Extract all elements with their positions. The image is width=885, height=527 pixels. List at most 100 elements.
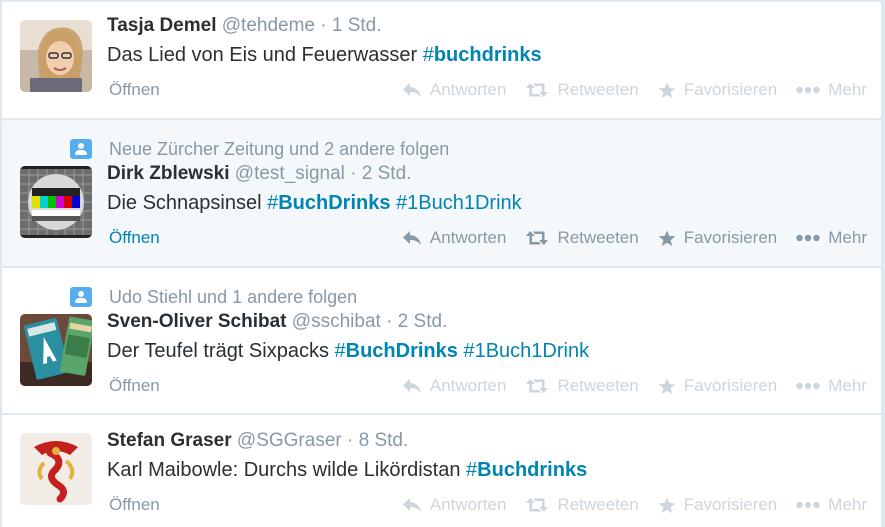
- more-label: Mehr: [828, 376, 867, 395]
- tweet-actions: Antworten Retweeten Favorisieren Mehr: [383, 228, 867, 248]
- reply-button[interactable]: Antworten: [402, 376, 507, 396]
- author-username[interactable]: @tehdeme: [222, 15, 315, 36]
- retweet-button[interactable]: Retweeten: [525, 80, 639, 100]
- retweet-label: Retweeten: [557, 80, 639, 99]
- tweet-footer: Öffnen Antworten Retweeten Favorisieren …: [107, 376, 867, 400]
- tweet-text: Die Schnapsinsel #BuchDrinks #1Buch1Drin…: [107, 192, 522, 215]
- tweet-actions: Antworten Retweeten Favorisieren Mehr: [383, 80, 867, 100]
- reply-label: Antworten: [429, 376, 507, 395]
- more-dots-icon: [796, 234, 820, 242]
- tweet-context[interactable]: Udo Stiehl und 1 andere folgen: [109, 287, 357, 308]
- author-fullname[interactable]: Stefan Graser: [107, 430, 232, 451]
- more-label: Mehr: [828, 80, 867, 99]
- reply-arrow-icon: [402, 83, 421, 97]
- reply-button[interactable]: Antworten: [402, 495, 507, 515]
- more-dots-icon: [796, 501, 820, 509]
- tweet-header: Stefan Graser @SGGraser · 8 Std.: [107, 430, 408, 452]
- author-username[interactable]: @test_signal: [235, 163, 345, 184]
- open-tweet-link[interactable]: Öffnen: [109, 495, 160, 515]
- tweet-footer: Öffnen Antworten Retweeten Favorisieren …: [107, 228, 867, 252]
- avatar[interactable]: [20, 433, 92, 505]
- more-dots-icon: [796, 382, 820, 390]
- tweet-item[interactable]: Stefan Graser @SGGraser · 8 Std. Karl Ma…: [2, 415, 881, 527]
- favorite-button[interactable]: Favorisieren: [658, 80, 778, 100]
- hashtag-link[interactable]: #Buchdrinks: [466, 459, 587, 481]
- tweet-actions: Antworten Retweeten Favorisieren Mehr: [383, 495, 867, 515]
- person-follow-icon: [70, 287, 92, 307]
- more-dots-icon: [796, 86, 820, 94]
- author-fullname[interactable]: Sven-Oliver Schibat: [107, 311, 287, 332]
- tweet-text-body: Karl Maibowle: Durchs wilde Likördistan: [107, 459, 467, 481]
- tweet-header: Sven-Oliver Schibat @sschibat · 2 Std.: [107, 311, 447, 333]
- reply-label: Antworten: [429, 80, 507, 99]
- reply-label: Antworten: [429, 228, 507, 247]
- tweet-timestamp[interactable]: · 2 Std.: [386, 311, 447, 332]
- reply-arrow-icon: [402, 231, 421, 245]
- hashtag-link[interactable]: #BuchDrinks: [267, 192, 390, 214]
- favorite-label: Favorisieren: [683, 495, 778, 514]
- author-username[interactable]: @sschibat: [292, 311, 381, 332]
- tweet-stream: Tasja Demel @tehdeme · 1 Std. Das Lied v…: [0, 0, 885, 527]
- person-follow-icon: [70, 139, 92, 159]
- hashtag-link[interactable]: #BuchDrinks: [335, 340, 458, 362]
- avatar[interactable]: [20, 166, 92, 238]
- favorite-label: Favorisieren: [683, 80, 778, 99]
- tweet-text-body: Die Schnapsinsel: [107, 192, 268, 214]
- tweet-text: Karl Maibowle: Durchs wilde Likördistan …: [107, 459, 587, 482]
- retweet-button[interactable]: Retweeten: [525, 376, 639, 396]
- tweet-header: Tasja Demel @tehdeme · 1 Std.: [107, 15, 382, 37]
- open-tweet-link[interactable]: Öffnen: [109, 228, 160, 248]
- retweet-label: Retweeten: [557, 495, 639, 514]
- author-username[interactable]: @SGGraser: [237, 430, 342, 451]
- more-button[interactable]: Mehr: [796, 80, 867, 100]
- tweet-header: Dirk Zblewski @test_signal · 2 Std.: [107, 163, 411, 185]
- star-icon: [658, 230, 676, 246]
- retweet-icon: [526, 379, 549, 393]
- tweet-item[interactable]: Tasja Demel @tehdeme · 1 Std. Das Lied v…: [2, 2, 881, 118]
- avatar[interactable]: [20, 20, 92, 92]
- favorite-button[interactable]: Favorisieren: [658, 228, 778, 248]
- more-button[interactable]: Mehr: [796, 495, 867, 515]
- tweet-timestamp[interactable]: · 8 Std.: [347, 430, 408, 451]
- author-fullname[interactable]: Tasja Demel: [107, 15, 216, 36]
- open-tweet-link[interactable]: Öffnen: [109, 376, 160, 396]
- tweet-timestamp[interactable]: · 2 Std.: [350, 163, 411, 184]
- tweet-text-body: Das Lied von Eis und Feuerwasser: [107, 44, 423, 66]
- retweet-icon: [526, 231, 549, 245]
- retweet-label: Retweeten: [557, 228, 639, 247]
- reply-arrow-icon: [402, 498, 421, 512]
- tweet-text: Der Teufel trägt Sixpacks #BuchDrinks #1…: [107, 340, 589, 363]
- reply-label: Antworten: [429, 495, 507, 514]
- retweet-icon: [526, 83, 549, 97]
- star-icon: [658, 378, 676, 394]
- tweet-context[interactable]: Neue Zürcher Zeitung und 2 andere folgen: [109, 139, 449, 160]
- hashtag-link[interactable]: #1Buch1Drink: [396, 192, 522, 214]
- tweet-actions: Antworten Retweeten Favorisieren Mehr: [383, 376, 867, 396]
- hashtag-link[interactable]: #1Buch1Drink: [463, 340, 589, 362]
- tweet-footer: Öffnen Antworten Retweeten Favorisieren …: [107, 80, 867, 104]
- more-label: Mehr: [828, 228, 867, 247]
- favorite-button[interactable]: Favorisieren: [658, 495, 778, 515]
- hashtag-link[interactable]: #buchdrinks: [423, 44, 542, 66]
- tweet-timestamp[interactable]: · 1 Std.: [320, 15, 381, 36]
- more-button[interactable]: Mehr: [796, 228, 867, 248]
- tweet-item[interactable]: Neue Zürcher Zeitung und 2 andere folgen: [2, 120, 881, 266]
- reply-button[interactable]: Antworten: [402, 228, 507, 248]
- star-icon: [658, 497, 676, 513]
- retweet-button[interactable]: Retweeten: [525, 495, 639, 515]
- tweet-text-body: Der Teufel trägt Sixpacks: [107, 340, 335, 362]
- open-tweet-link[interactable]: Öffnen: [109, 80, 160, 100]
- reply-button[interactable]: Antworten: [402, 80, 507, 100]
- retweet-button[interactable]: Retweeten: [525, 228, 639, 248]
- avatar[interactable]: [20, 314, 92, 386]
- star-icon: [658, 82, 676, 98]
- more-button[interactable]: Mehr: [796, 376, 867, 396]
- reply-arrow-icon: [402, 379, 421, 393]
- author-fullname[interactable]: Dirk Zblewski: [107, 163, 230, 184]
- favorite-label: Favorisieren: [683, 376, 778, 395]
- tweet-item[interactable]: Udo Stiehl und 1 andere folgen Sven-Oliv…: [2, 268, 881, 413]
- favorite-label: Favorisieren: [683, 228, 778, 247]
- retweet-label: Retweeten: [557, 376, 639, 395]
- favorite-button[interactable]: Favorisieren: [658, 376, 778, 396]
- retweet-icon: [526, 498, 549, 512]
